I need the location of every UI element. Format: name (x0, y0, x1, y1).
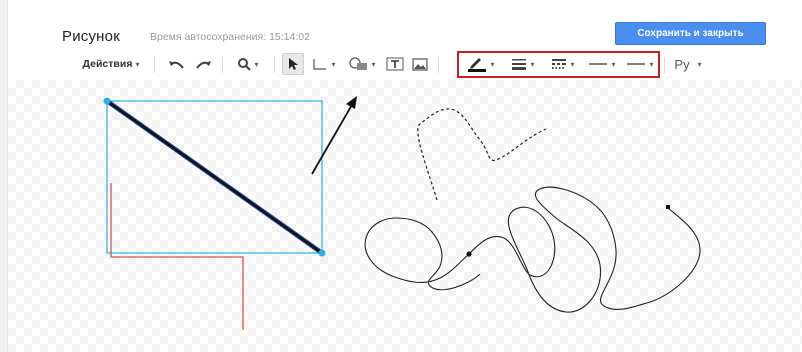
text-box-button[interactable] (384, 53, 406, 75)
toolbar-divider (222, 57, 223, 73)
save-and-close-button[interactable]: Сохранить и закрыть (615, 22, 766, 45)
select-pointer-button[interactable] (282, 53, 304, 75)
undo-button[interactable] (165, 53, 187, 75)
insert-image-button[interactable] (409, 53, 431, 75)
undo-icon (169, 61, 184, 69)
chevron-down-icon: ▾ (371, 59, 376, 69)
curve-start-dot (466, 251, 472, 257)
chevron-down-icon: ▾ (135, 59, 140, 69)
redo-icon (196, 61, 211, 69)
actions-menu-label: Действия (82, 58, 133, 70)
line-tool-menu[interactable]: ▾ (308, 53, 340, 75)
redo-button[interactable] (193, 53, 215, 75)
toolbar-divider (154, 57, 155, 73)
selection-handle-start[interactable] (103, 97, 111, 105)
shape-tool-menu[interactable]: ▾ (344, 53, 380, 75)
autosave-status: Время автосохранения: 15:14:02 (150, 31, 310, 43)
page-title: Рисунок (62, 28, 120, 45)
zoom-menu[interactable]: ▾ (230, 53, 266, 75)
actions-menu[interactable]: Действия ▾ (75, 53, 147, 75)
left-edge (0, 0, 8, 352)
language-menu[interactable]: Ру ▾ (668, 53, 708, 75)
text-box-icon (386, 57, 404, 71)
toolbar-divider (274, 57, 275, 73)
curve-end-marker (666, 205, 670, 209)
drawing-editor: Рисунок Время автосохранения: 15:14:02 С… (0, 0, 802, 352)
toolbar: Действия ▾ ▾ ▾ ▾ ▾ ▾ ▾ ▾ ▾ Ру ▾ (8, 50, 802, 78)
image-icon (412, 57, 428, 71)
zoom-icon (238, 58, 252, 71)
shape-tool-icon (349, 57, 368, 70)
line-tool-icon (313, 59, 327, 70)
drawing-canvas[interactable] (8, 80, 802, 352)
select-pointer-icon (289, 58, 298, 70)
toolbar-divider (438, 57, 439, 73)
chevron-down-icon: ▾ (254, 59, 259, 69)
chevron-down-icon: ▾ (697, 59, 702, 69)
line-tools-highlight (457, 51, 660, 78)
toolbar-divider (664, 57, 665, 73)
language-label: Ру (674, 56, 690, 72)
chevron-down-icon: ▾ (331, 59, 336, 69)
selection-handle-end[interactable] (318, 249, 326, 257)
